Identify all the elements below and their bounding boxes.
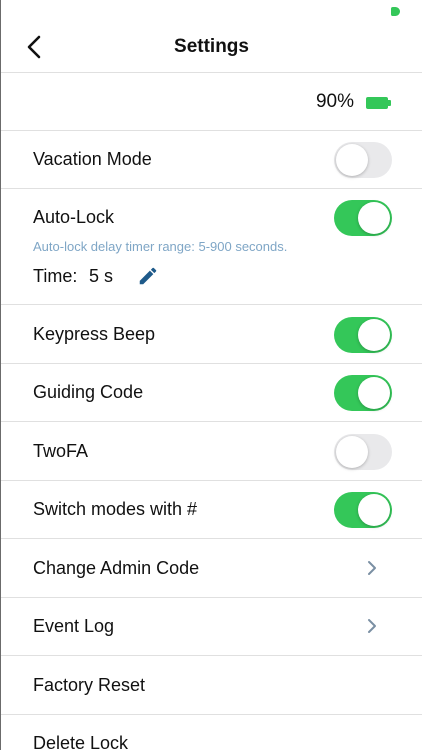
time-label: Time: [33, 266, 78, 286]
factory-reset-label: Factory Reset [33, 675, 146, 695]
event-log-label: Event Log [33, 616, 115, 636]
twofa-row: TwoFA [1, 422, 422, 480]
factory-reset-row[interactable]: Factory Reset [1, 656, 422, 714]
chevron-right-icon [368, 561, 376, 575]
guiding-code-label: Guiding Code [33, 382, 144, 402]
event-log-row[interactable]: Event Log [1, 598, 422, 655]
guiding-code-row: Guiding Code [1, 364, 422, 421]
vacation-mode-row: Vacation Mode [1, 131, 422, 188]
switch-modes-label: Switch modes with # [33, 499, 198, 519]
delete-lock-row[interactable]: Delete Lock [1, 715, 422, 750]
pencil-icon [139, 267, 157, 285]
page-title: Settings [174, 36, 249, 57]
vacation-mode-label: Vacation Mode [33, 149, 152, 169]
battery-row: 90% [1, 73, 422, 130]
auto-lock-hint: Auto-lock delay timer range: 5-900 secon… [33, 239, 288, 254]
toggle-knob [358, 377, 390, 409]
settings-screen: Settings 90% Vacation Mode Auto-Lock Aut… [0, 0, 422, 750]
toggle-knob [358, 202, 390, 234]
toggle-knob [336, 436, 368, 468]
battery-icon [366, 97, 391, 109]
change-admin-code-label: Change Admin Code [33, 558, 200, 578]
keypress-beep-toggle[interactable] [334, 317, 392, 353]
battery-percent: 90% [315, 91, 354, 112]
auto-lock-label: Auto-Lock [33, 207, 115, 227]
auto-lock-row: Auto-Lock Auto-lock delay timer range: 5… [1, 189, 422, 304]
toggle-knob [336, 144, 368, 176]
switch-modes-toggle[interactable] [334, 492, 392, 528]
auto-lock-toggle[interactable] [334, 200, 392, 236]
twofa-label: TwoFA [33, 441, 89, 461]
change-admin-code-row[interactable]: Change Admin Code [1, 539, 422, 597]
vacation-mode-toggle[interactable] [334, 142, 392, 178]
time-value: 5 s [89, 266, 114, 286]
chevron-right-icon [368, 619, 376, 633]
toggle-knob [358, 319, 390, 351]
edit-time-button[interactable] [137, 265, 159, 287]
toggle-knob [358, 494, 390, 526]
keypress-beep-row: Keypress Beep [1, 305, 422, 363]
twofa-toggle[interactable] [334, 434, 392, 470]
guiding-code-toggle[interactable] [334, 375, 392, 411]
delete-lock-label: Delete Lock [33, 733, 129, 750]
keypress-beep-label: Keypress Beep [33, 324, 156, 344]
nav-bar: Settings [1, 0, 422, 72]
switch-modes-row: Switch modes with # [1, 481, 422, 538]
